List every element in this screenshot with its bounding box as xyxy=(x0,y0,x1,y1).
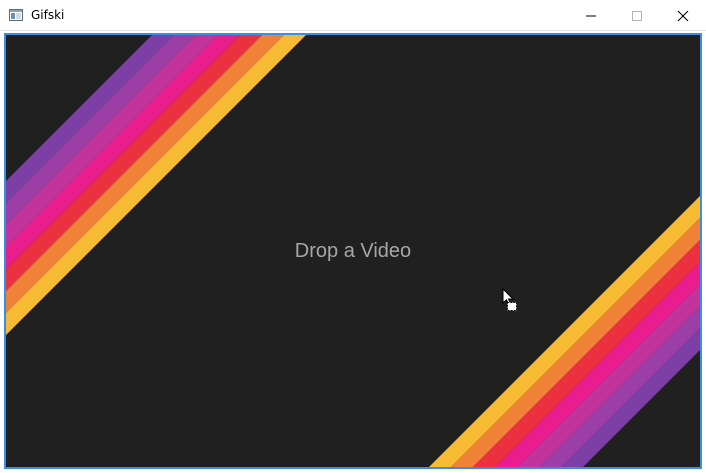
drag-copy-cursor-icon xyxy=(502,288,517,311)
gifski-window: Gifski Drop a Video xyxy=(0,0,706,473)
maximize-icon xyxy=(632,10,642,21)
title-bar[interactable]: Gifski xyxy=(0,0,706,31)
close-button[interactable] xyxy=(660,0,706,31)
maximize-button[interactable] xyxy=(614,0,660,31)
window-title: Gifski xyxy=(31,8,65,22)
close-icon xyxy=(677,10,689,21)
drop-video-label: Drop a Video xyxy=(294,240,412,262)
minimize-icon xyxy=(586,15,596,16)
drop-zone-panel[interactable]: Drop a Video xyxy=(4,33,702,469)
minimize-button[interactable] xyxy=(568,0,614,31)
top-left-stripes xyxy=(6,35,306,335)
bottom-right-stripes xyxy=(429,196,700,467)
window-app-icon xyxy=(9,9,23,21)
